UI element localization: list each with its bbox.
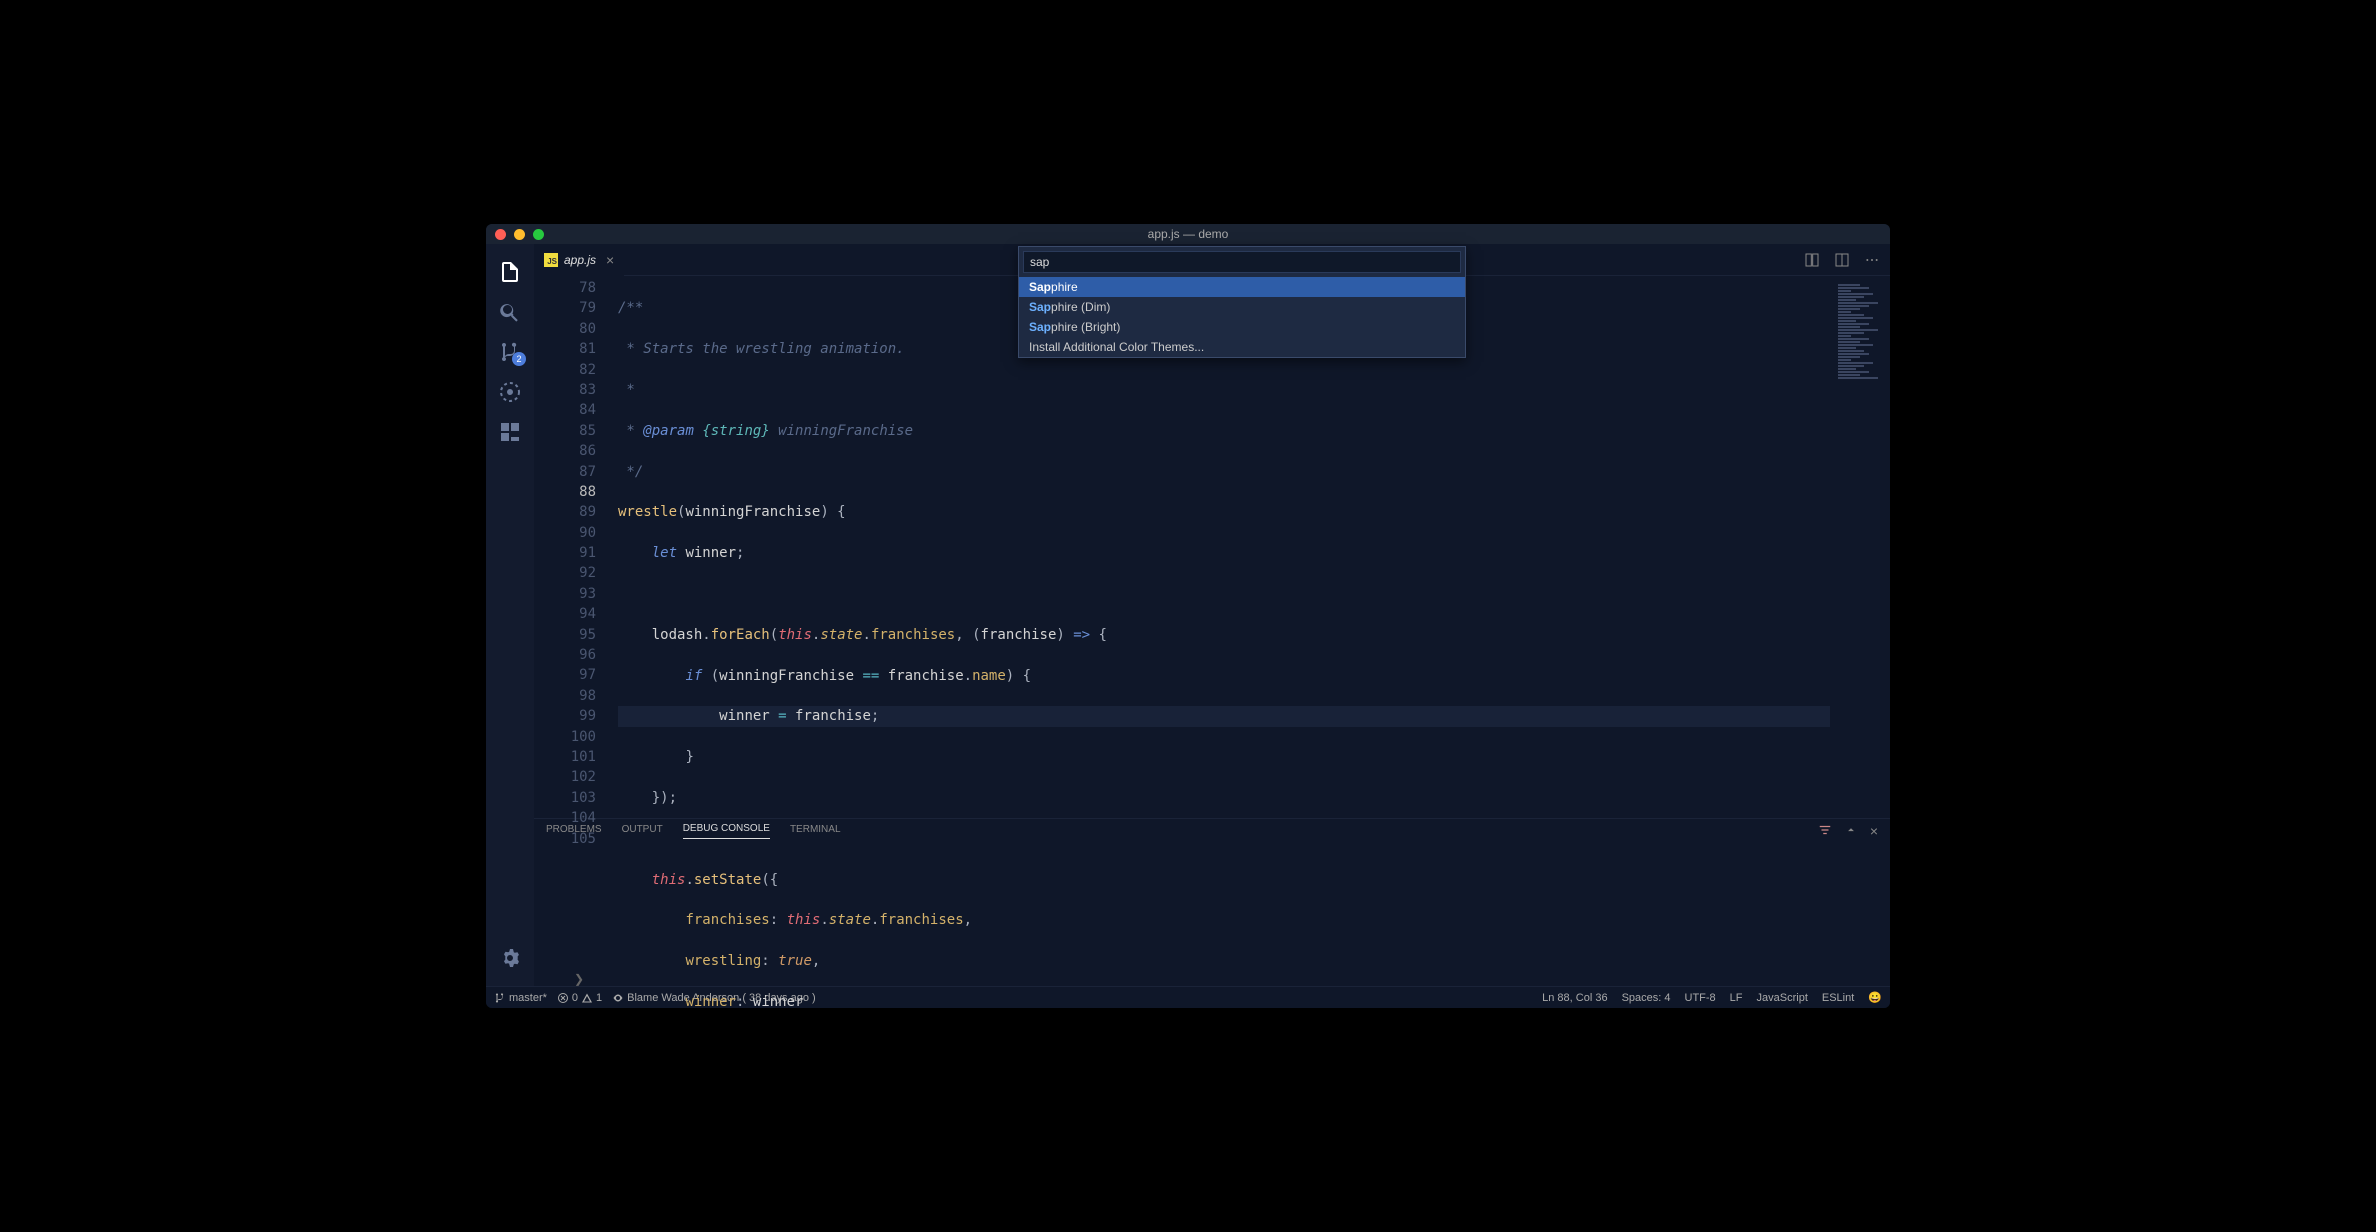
line-number: 93 — [534, 584, 596, 604]
minimize-window-button[interactable] — [514, 229, 525, 240]
maximize-window-button[interactable] — [533, 229, 544, 240]
scm-badge: 2 — [512, 352, 526, 366]
palette-item[interactable]: Install Additional Color Themes... — [1019, 337, 1465, 357]
line-number: 85 — [534, 421, 596, 441]
line-number: 95 — [534, 625, 596, 645]
search-icon — [498, 300, 522, 324]
gear-icon — [498, 946, 522, 970]
activity-extensions[interactable] — [486, 412, 534, 452]
branch-icon — [494, 992, 506, 1004]
split-editor-icon[interactable] — [1834, 252, 1850, 268]
line-number: 102 — [534, 767, 596, 787]
line-number: 100 — [534, 727, 596, 747]
line-number: 105 — [534, 829, 596, 849]
panel-close-icon[interactable]: × — [1870, 823, 1878, 839]
extensions-icon — [498, 420, 522, 444]
close-window-button[interactable] — [495, 229, 506, 240]
minimap[interactable] — [1830, 276, 1890, 818]
split-diff-icon[interactable] — [1804, 252, 1820, 268]
command-palette: SapphireSapphire (Dim)Sapphire (Bright)I… — [1018, 246, 1466, 358]
editor-actions — [1804, 252, 1890, 268]
editor-window: app.js — demo 2 — [486, 224, 1890, 1008]
more-icon[interactable] — [1864, 252, 1880, 268]
status-problems[interactable]: 0 1 — [557, 992, 602, 1004]
line-number: 84 — [534, 400, 596, 420]
line-number: 98 — [534, 686, 596, 706]
line-number: 88 — [534, 482, 596, 502]
files-icon — [498, 260, 522, 284]
activity-explorer[interactable] — [486, 252, 534, 292]
panel-chevron-up-icon[interactable] — [1844, 823, 1858, 837]
line-number: 101 — [534, 747, 596, 767]
line-number: 96 — [534, 645, 596, 665]
activity-search[interactable] — [486, 292, 534, 332]
line-number: 103 — [534, 788, 596, 808]
activity-debug[interactable] — [486, 372, 534, 412]
debug-icon — [498, 380, 522, 404]
line-number: 97 — [534, 665, 596, 685]
status-feedback[interactable]: 😀 — [1868, 991, 1882, 1004]
activity-settings[interactable] — [486, 938, 534, 978]
line-number: 81 — [534, 339, 596, 359]
line-number: 80 — [534, 319, 596, 339]
activity-scm[interactable]: 2 — [486, 332, 534, 372]
status-branch[interactable]: master* — [494, 992, 547, 1004]
line-number: 99 — [534, 706, 596, 726]
line-gutter: 7879808182838485868788899091929394959697… — [534, 276, 618, 818]
mac-traffic-lights — [486, 229, 544, 240]
line-number: 78 — [534, 278, 596, 298]
palette-item[interactable]: Sapphire — [1019, 277, 1465, 297]
error-icon — [557, 992, 569, 1004]
line-number: 92 — [534, 563, 596, 583]
activity-bar: 2 — [486, 244, 534, 986]
line-number: 87 — [534, 462, 596, 482]
line-number: 94 — [534, 604, 596, 624]
tab-app-js[interactable]: JS app.js × — [534, 244, 624, 276]
tab-label: app.js — [564, 253, 596, 267]
tab-close-button[interactable]: × — [606, 252, 614, 268]
command-palette-list: SapphireSapphire (Dim)Sapphire (Bright)I… — [1019, 277, 1465, 357]
line-number: 86 — [534, 441, 596, 461]
line-number: 104 — [534, 808, 596, 828]
command-palette-input[interactable] — [1023, 251, 1461, 273]
warning-icon — [581, 992, 593, 1004]
line-number: 79 — [534, 298, 596, 318]
palette-item[interactable]: Sapphire (Bright) — [1019, 317, 1465, 337]
line-number: 89 — [534, 502, 596, 522]
line-number: 82 — [534, 360, 596, 380]
palette-item[interactable]: Sapphire (Dim) — [1019, 297, 1465, 317]
titlebar: app.js — demo — [486, 224, 1890, 244]
line-number: 83 — [534, 380, 596, 400]
js-file-icon: JS — [544, 253, 558, 267]
window-title: app.js — demo — [1148, 227, 1229, 241]
line-number: 90 — [534, 523, 596, 543]
line-number: 91 — [534, 543, 596, 563]
